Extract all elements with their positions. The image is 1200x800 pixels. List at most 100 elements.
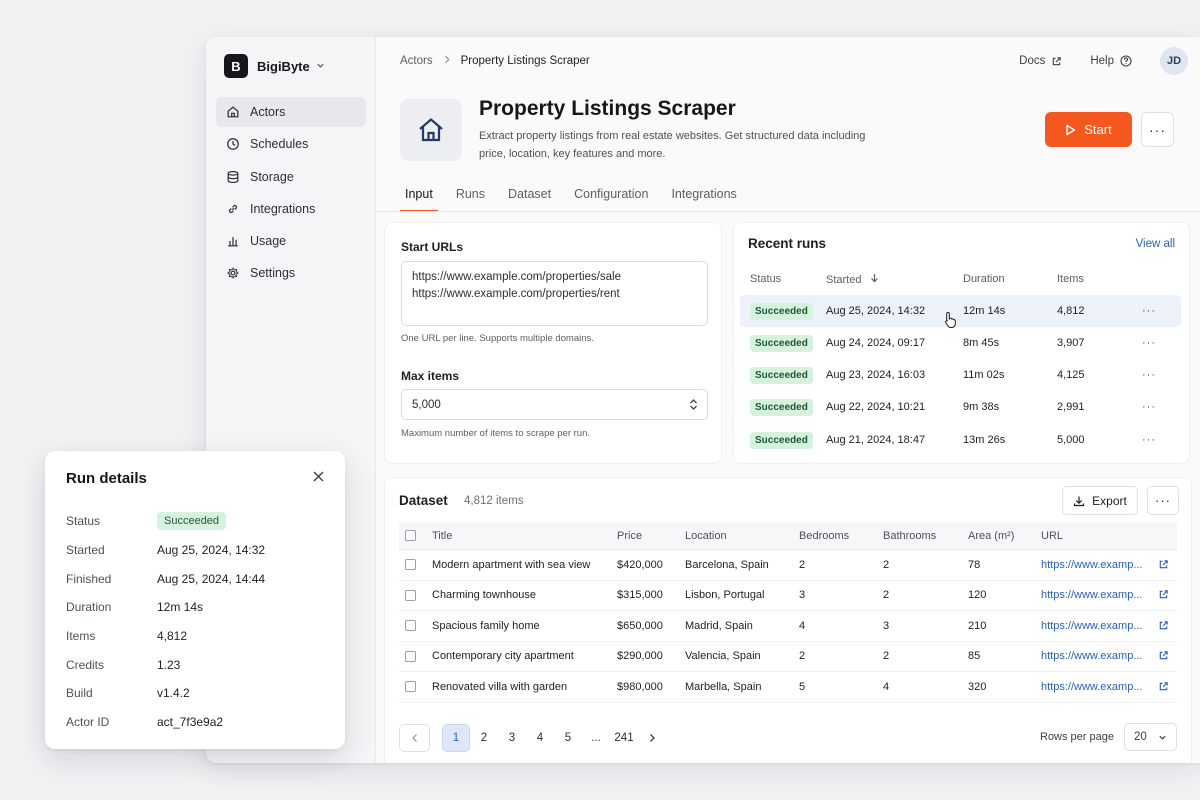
run-duration: 8m 45s — [963, 337, 1000, 349]
col-url[interactable]: URL — [1041, 530, 1175, 542]
cell-location: Lisbon, Portugal — [685, 589, 765, 602]
view-all-link[interactable]: View all — [1136, 238, 1175, 250]
close-icon — [313, 471, 324, 482]
cell-location: Marbella, Spain — [685, 680, 762, 693]
detail-row-duration: Duration 12m 14s — [66, 593, 325, 622]
run-started: Aug 25, 2024, 14:32 — [826, 305, 926, 317]
col-price[interactable]: Price — [617, 530, 685, 542]
col-started[interactable]: Started — [826, 273, 963, 286]
col-bedrooms[interactable]: Bedrooms — [799, 530, 883, 542]
detail-row-items: Items 4,812 — [66, 622, 325, 651]
cell-url-link[interactable]: https://www.examp... — [1041, 559, 1175, 571]
table-row: Modern apartment with sea view $420,000 … — [399, 550, 1177, 581]
page-button[interactable]: 2 — [470, 724, 498, 752]
cell-bedrooms: 4 — [799, 619, 806, 632]
row-checkbox[interactable] — [405, 620, 416, 632]
page-button[interactable]: 5 — [554, 724, 582, 752]
run-row[interactable]: Succeeded Aug 22, 2024, 10:21 9m 38s 2,9… — [740, 391, 1181, 423]
help-label: Help — [1090, 55, 1114, 67]
brand-name: BigiByte — [257, 58, 310, 74]
page-button[interactable]: 1 — [442, 723, 470, 752]
workspace-switcher[interactable]: B BigiByte — [224, 54, 325, 78]
col-bathrooms[interactable]: Bathrooms — [883, 530, 968, 542]
col-location[interactable]: Location — [685, 530, 799, 542]
sidebar-item-schedules[interactable]: Schedules — [216, 129, 366, 159]
run-row[interactable]: Succeeded Aug 21, 2024, 18:47 13m 26s 5,… — [740, 424, 1181, 456]
detail-row-credits: Credits 1.23 — [66, 650, 325, 679]
gear-icon — [227, 268, 239, 279]
max-items-help: Maximum number of items to scrape per ru… — [401, 428, 591, 439]
col-items[interactable]: Items — [1057, 273, 1129, 285]
select-all-checkbox[interactable] — [405, 530, 416, 541]
row-more-icon[interactable]: ··· — [1129, 369, 1169, 381]
row-more-icon[interactable]: ··· — [1129, 401, 1169, 413]
sidebar-nav: Actors Schedules Storage Integrations Us… — [216, 97, 366, 291]
row-checkbox[interactable] — [405, 559, 416, 571]
help-link[interactable]: Help — [1090, 55, 1132, 67]
close-button[interactable] — [312, 470, 325, 486]
col-duration[interactable]: Duration — [963, 273, 1057, 285]
tab-bar: Input Runs Dataset Configuration Integra… — [400, 187, 755, 212]
cell-url-link[interactable]: https://www.examp... — [1041, 681, 1175, 693]
sidebar-item-label: Integrations — [250, 201, 316, 216]
table-header: Title Price Location Bedrooms Bathrooms … — [399, 522, 1177, 550]
chevron-down-icon — [1159, 735, 1166, 740]
sidebar-item-label: Settings — [250, 266, 296, 281]
cell-bedrooms: 2 — [799, 558, 806, 571]
cell-url-link[interactable]: https://www.examp... — [1041, 589, 1175, 601]
run-row[interactable]: Succeeded Aug 23, 2024, 16:03 11m 02s 4,… — [740, 359, 1181, 391]
col-area[interactable]: Area (m²) — [968, 530, 1041, 542]
runs-table-header: Status Started Duration Items — [740, 263, 1181, 295]
chevron-right-icon — [650, 733, 655, 742]
run-row[interactable]: Succeeded Aug 24, 2024, 09:17 8m 45s 3,9… — [740, 327, 1181, 359]
recent-runs-card: Recent runs View all Status Started Dura… — [733, 222, 1190, 464]
clock-icon — [227, 138, 239, 151]
table-row: Charming townhouse $315,000 Lisbon, Port… — [399, 581, 1177, 611]
sidebar-item-settings[interactable]: Settings — [216, 258, 366, 288]
dataset-more-button[interactable]: ··· — [1147, 486, 1179, 515]
rows-per-page-select[interactable]: 20 — [1124, 723, 1177, 751]
row-more-icon[interactable]: ··· — [1129, 305, 1169, 317]
brand-logo: B — [224, 54, 248, 78]
row-checkbox[interactable] — [405, 589, 416, 601]
dataset-count: 4,812 items — [464, 495, 524, 507]
breadcrumb-parent[interactable]: Actors — [400, 55, 433, 67]
more-actions-button[interactable]: ··· — [1141, 112, 1174, 147]
next-page-button[interactable] — [638, 724, 666, 752]
tab-configuration[interactable]: Configuration — [569, 187, 653, 212]
page-button[interactable]: 3 — [498, 724, 526, 752]
max-items-input[interactable]: 5,000 — [401, 389, 708, 420]
cell-url-link[interactable]: https://www.examp... — [1041, 650, 1175, 662]
arrow-down-icon — [870, 273, 878, 282]
prev-page-button[interactable] — [399, 723, 430, 752]
row-checkbox[interactable] — [405, 650, 416, 662]
tab-runs[interactable]: Runs — [451, 187, 490, 212]
run-items: 5,000 — [1057, 434, 1085, 446]
row-more-icon[interactable]: ··· — [1129, 337, 1169, 349]
page-button[interactable]: 4 — [526, 724, 554, 752]
sidebar-item-storage[interactable]: Storage — [216, 162, 366, 192]
docs-link[interactable]: Docs — [1019, 55, 1062, 67]
cell-bedrooms: 3 — [799, 589, 806, 602]
docs-label: Docs — [1019, 55, 1046, 67]
avatar[interactable]: JD — [1160, 47, 1188, 75]
sidebar-item-actors[interactable]: Actors — [216, 97, 366, 127]
tab-integrations[interactable]: Integrations — [666, 187, 741, 212]
cell-url-link[interactable]: https://www.examp... — [1041, 620, 1175, 632]
row-more-icon[interactable]: ··· — [1129, 434, 1169, 446]
row-checkbox[interactable] — [405, 681, 416, 693]
stepper-icon[interactable] — [689, 398, 698, 412]
tab-input[interactable]: Input — [400, 187, 438, 212]
export-button[interactable]: Export — [1062, 486, 1138, 515]
col-title[interactable]: Title — [432, 530, 617, 542]
run-row[interactable]: Succeeded Aug 25, 2024, 14:32 12m 14s 4,… — [740, 295, 1181, 327]
start-urls-textarea[interactable]: https://www.example.com/properties/sale … — [401, 261, 708, 326]
sidebar-item-usage[interactable]: Usage — [216, 226, 366, 256]
start-button[interactable]: Start — [1045, 112, 1132, 147]
tab-dataset[interactable]: Dataset — [503, 187, 556, 212]
col-status[interactable]: Status — [740, 273, 826, 285]
cell-title: Spacious family home — [432, 619, 540, 632]
page-button[interactable]: 241 — [610, 724, 638, 752]
database-icon — [227, 170, 239, 183]
sidebar-item-integrations[interactable]: Integrations — [216, 194, 366, 224]
